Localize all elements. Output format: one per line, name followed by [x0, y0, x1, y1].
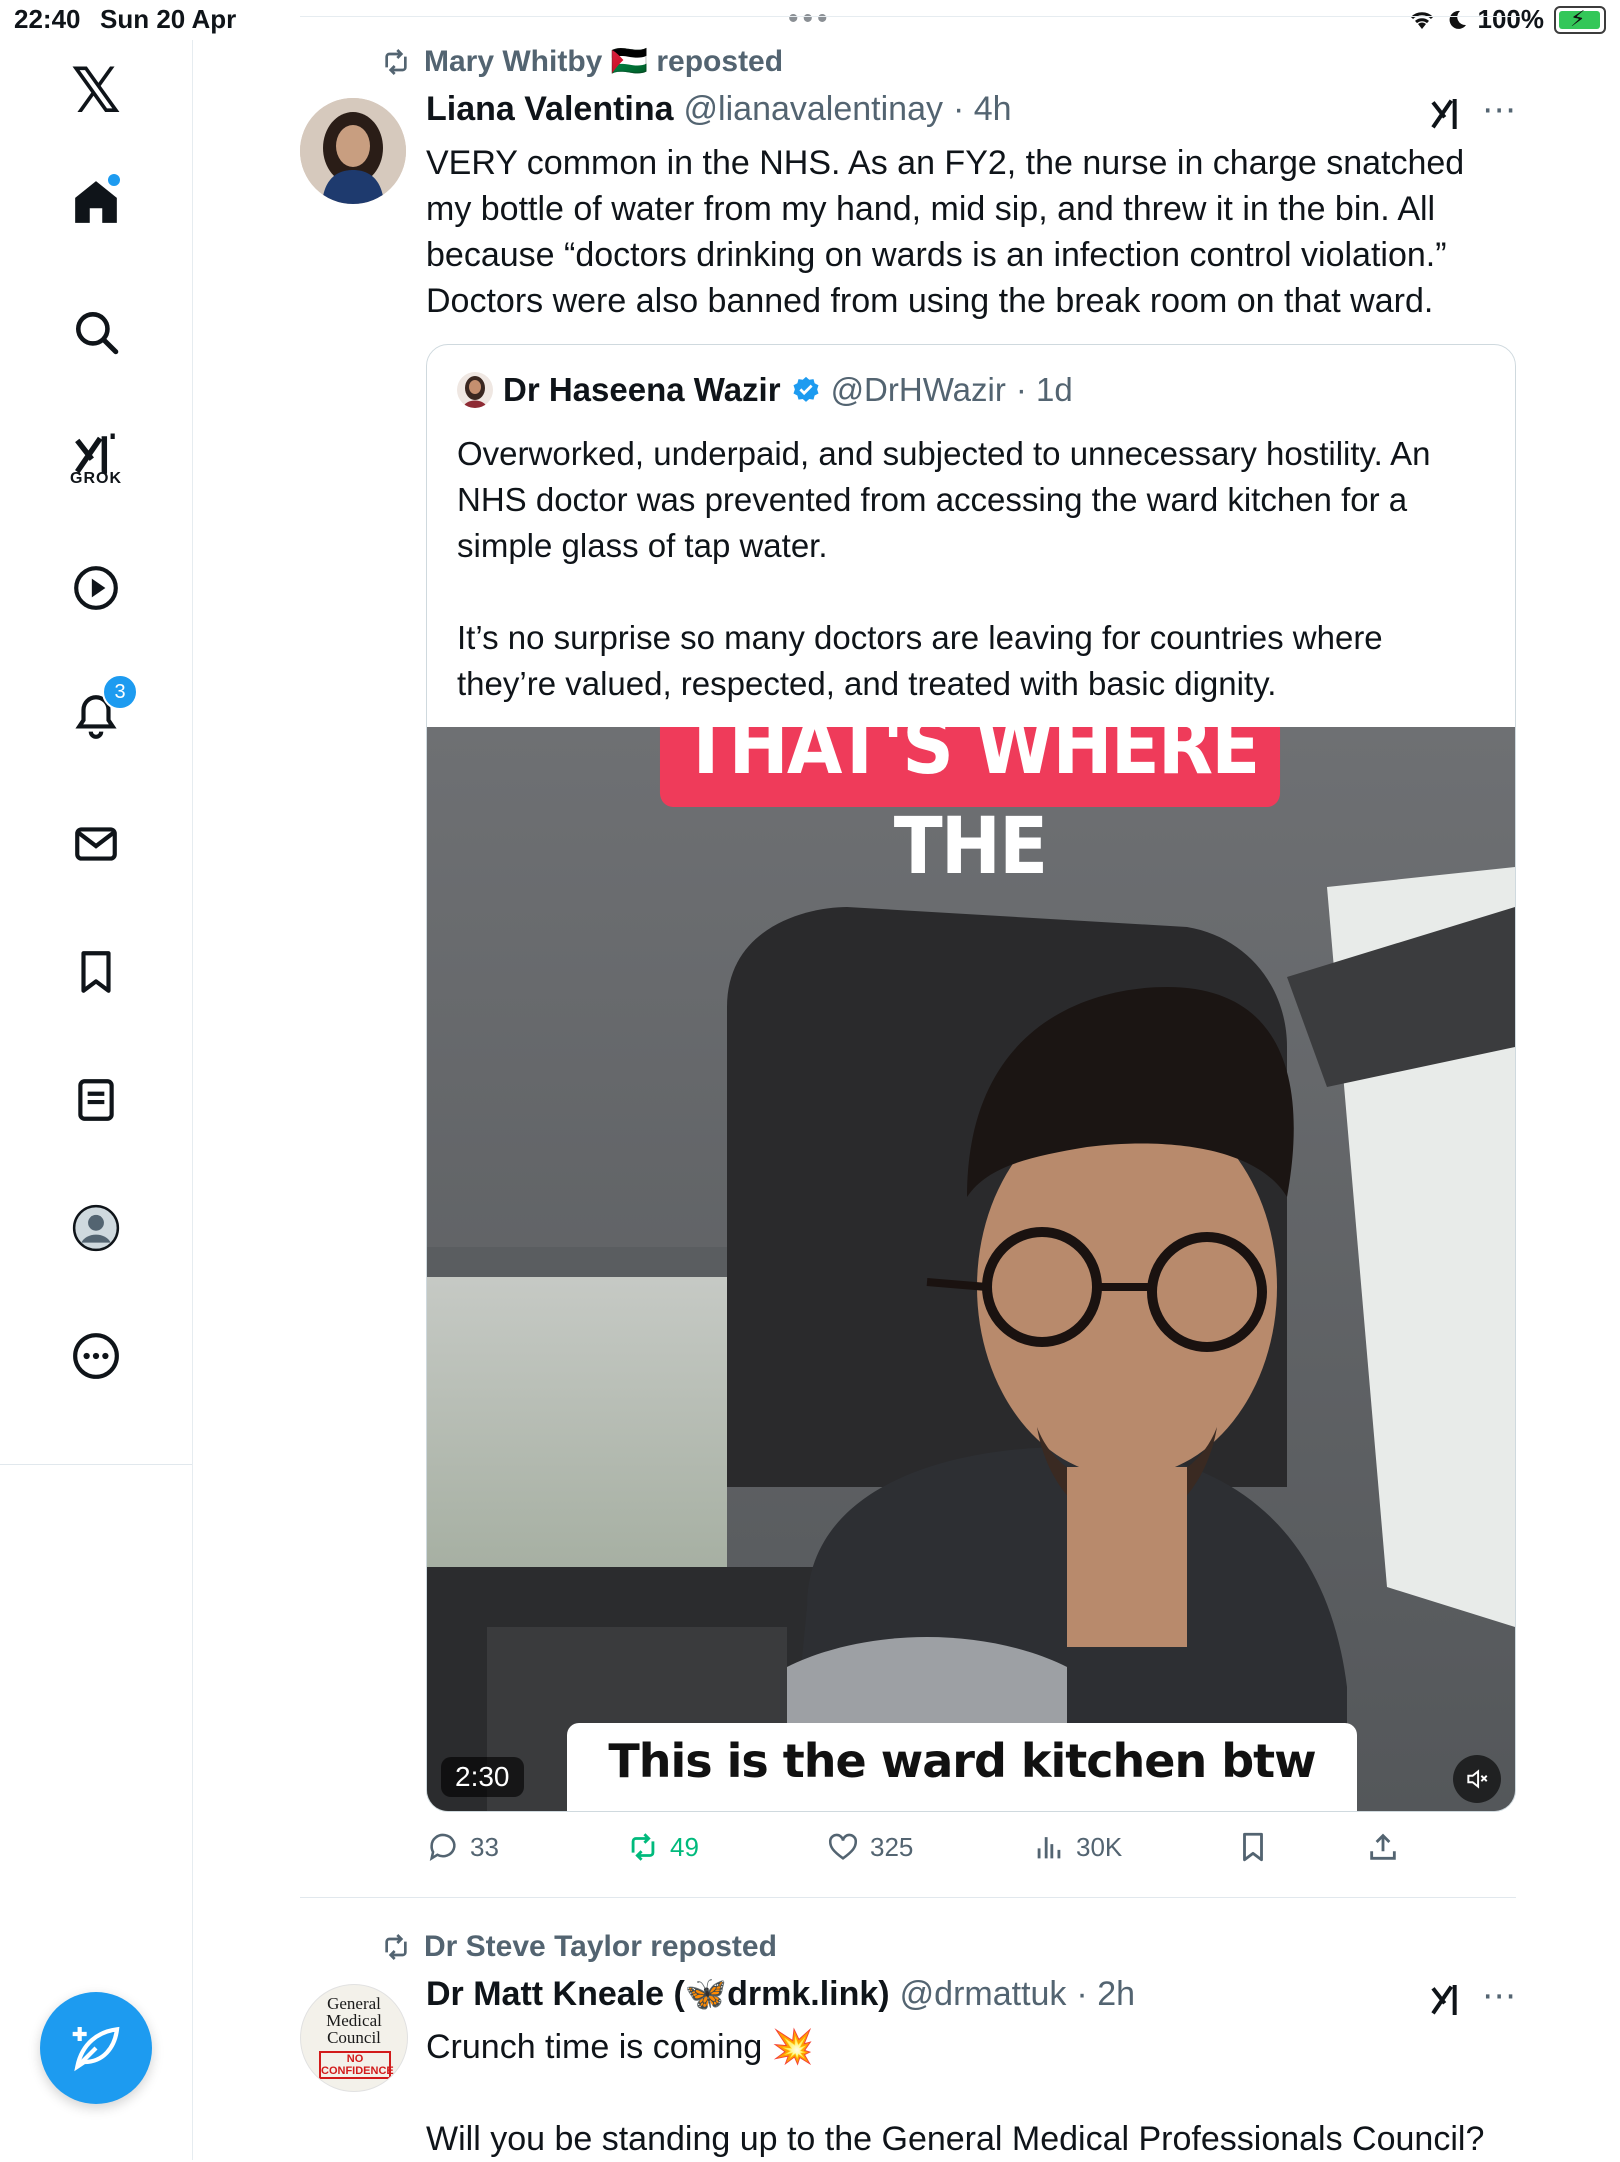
avatar-gmc-text: General Medical Council	[326, 1994, 382, 2047]
status-time: 22:40	[14, 4, 81, 34]
battery-icon: ⚡	[1554, 5, 1606, 34]
author-name[interactable]: Liana Valentina	[426, 90, 674, 129]
nav-notifications[interactable]: 3	[0, 674, 192, 758]
home-new-dot	[106, 172, 122, 188]
repost-icon	[385, 1934, 407, 1960]
bookmark-button[interactable]	[1236, 1830, 1270, 1864]
share-icon	[1370, 1833, 1396, 1860]
avatar-stamp: NO CONFIDENCE	[319, 2051, 394, 2079]
quote-avatar[interactable]	[457, 372, 493, 408]
author-name[interactable]: Dr Matt Kneale (🦋drmk.link)	[426, 1974, 890, 2014]
feed-top-border	[300, 16, 1520, 17]
reply-count: 33	[470, 1831, 499, 1862]
battery-percent: 100%	[1477, 4, 1545, 34]
avatar[interactable]: General Medical Council NO CONFIDENCE	[300, 1984, 408, 2092]
quote-text-paragraph-1: Overworked, underpaid, and subjected to …	[457, 435, 1431, 564]
messages-icon	[75, 827, 117, 861]
repost-icon	[385, 48, 407, 75]
post1-header: Liana Valentina @lianavalentinay · 4h	[426, 90, 1012, 129]
avatar[interactable]	[300, 98, 406, 204]
x-logo[interactable]: 𝕏	[0, 50, 192, 134]
post-text: VERY common in the NHS. As an FY2, the n…	[426, 144, 1465, 320]
nav-more[interactable]	[0, 1314, 192, 1398]
video-caption-bottom: This is the ward kitchen btw which	[567, 1723, 1357, 1811]
nav-bookmarks[interactable]	[0, 930, 192, 1014]
nav-lists[interactable]	[0, 1058, 192, 1142]
notifications-badge: 3	[102, 674, 138, 710]
heart-icon	[828, 1833, 858, 1860]
bookmarks-icon	[81, 951, 111, 993]
video-caption-top: THAT'S WHERE THE	[659, 727, 1281, 892]
sidebar-divider	[0, 1464, 192, 1465]
repost-icon	[631, 1833, 655, 1861]
reply-button[interactable]: 33	[426, 1830, 499, 1864]
status-right: 100% ⚡	[1408, 4, 1606, 35]
share-button[interactable]	[1366, 1830, 1400, 1864]
views-button[interactable]: 30K	[1032, 1830, 1122, 1864]
more-icon	[73, 1333, 119, 1379]
like-count: 325	[870, 1831, 914, 1862]
quote-time: · 1d	[1015, 371, 1073, 408]
multitasking-dots-icon[interactable]: •••	[788, 2, 832, 36]
compose-icon	[72, 2026, 120, 2072]
avatar-portrait	[300, 98, 406, 204]
repost-count: 49	[670, 1831, 699, 1862]
reposted-by-text: Mary Whitby 🇵🇸 reposted	[424, 45, 784, 78]
repost-button[interactable]: 49	[626, 1830, 699, 1864]
quote-text-paragraph-2: It’s no surprise so many doctors are lea…	[457, 619, 1383, 702]
x-logo-icon: 𝕏	[71, 57, 121, 126]
video-duration: 2:30	[441, 1757, 524, 1797]
more-options-icon[interactable]: ⋯	[1482, 90, 1518, 130]
post-actions: 33 49 325 30K	[426, 1830, 1426, 1878]
nav-video[interactable]	[0, 546, 192, 630]
bookmark-icon	[1243, 1832, 1263, 1862]
video-player[interactable]: THAT'S WHERE THE This is the ward kitche…	[427, 727, 1515, 1811]
nav-search[interactable]	[0, 290, 192, 374]
post-time[interactable]: · 4h	[953, 90, 1012, 129]
search-icon	[76, 312, 119, 355]
reply-icon	[429, 1833, 456, 1862]
reposted-by-text: Dr Steve Taylor reposted	[424, 1930, 777, 1963]
wifi-icon	[1410, 11, 1433, 29]
sidebar: 𝕏 GROK 3	[0, 40, 193, 2160]
video-icon	[74, 566, 118, 610]
repost-indicator-1[interactable]: Mary Whitby 🇵🇸 reposted	[380, 44, 783, 79]
author-handle[interactable]: @drmattuk	[900, 1975, 1067, 2014]
post-time[interactable]: · 2h	[1076, 1975, 1135, 2014]
quoted-post-header: Dr Haseena Wazir @DrHWazir · 1d	[457, 371, 1073, 409]
grok-label: GROK	[70, 470, 122, 487]
status-date: Sun 20 Apr	[100, 4, 237, 34]
quote-author-name[interactable]: Dr Haseena Wazir	[503, 371, 781, 409]
nav-home[interactable]	[0, 160, 192, 244]
moon-icon	[1449, 10, 1466, 29]
muted-speaker-icon	[1467, 1769, 1488, 1789]
nav-grok[interactable]: GROK	[0, 412, 192, 522]
post2-header: Dr Matt Kneale (🦋drmk.link) @drmattuk · …	[426, 1974, 1135, 2014]
quoted-post[interactable]: Dr Haseena Wazir @DrHWazir · 1d Overwork…	[426, 344, 1516, 1812]
post2-text-line1: Crunch time is coming 💥	[426, 2028, 815, 2066]
view-count: 30K	[1076, 1831, 1123, 1862]
repost-indicator-2[interactable]: Dr Steve Taylor reposted	[380, 1930, 777, 1964]
status-bar: 22:40 Sun 20 Apr ••• 100% ⚡	[0, 0, 1620, 40]
grok-explain-icon[interactable]	[1428, 94, 1468, 134]
mute-button[interactable]	[1453, 1755, 1501, 1803]
like-button[interactable]: 325	[826, 1830, 913, 1864]
nav-profile[interactable]	[0, 1186, 192, 1270]
more-options-icon[interactable]: ⋯	[1482, 1976, 1518, 2016]
views-icon	[1037, 1837, 1061, 1859]
compose-button[interactable]	[40, 1992, 152, 2104]
quote-text: Overworked, underpaid, and subjected to …	[457, 431, 1487, 707]
post-separator	[300, 1897, 1516, 1898]
quote-author-handle[interactable]: @DrHWazir	[831, 371, 1006, 409]
grok-explain-icon[interactable]	[1428, 1980, 1468, 2020]
profile-icon	[72, 1204, 120, 1252]
author-handle[interactable]: @lianavalentinay	[684, 90, 943, 129]
verified-badge-icon	[793, 376, 819, 402]
post2-text-line2: Will you be standing up to the General M…	[426, 2120, 1485, 2158]
lists-icon	[78, 1079, 114, 1121]
nav-messages[interactable]	[0, 802, 192, 886]
